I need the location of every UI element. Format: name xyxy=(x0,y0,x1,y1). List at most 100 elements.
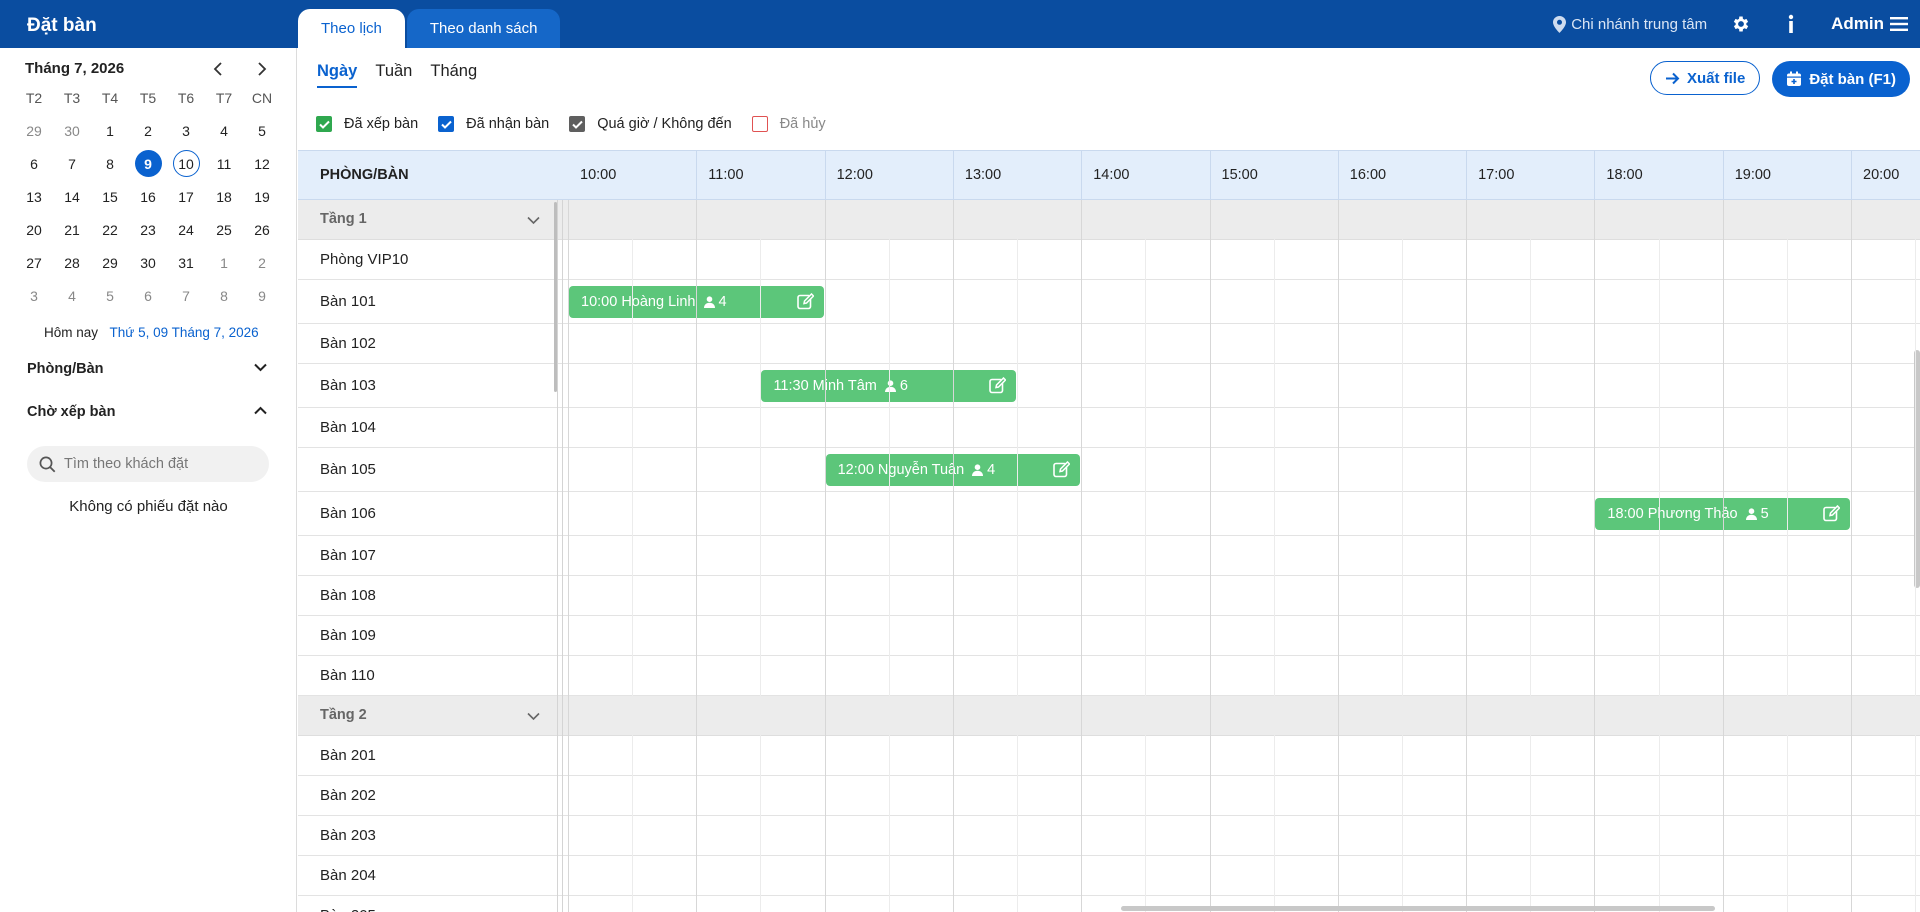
checkbox-checked-icon xyxy=(316,116,332,132)
calendar-day[interactable]: 28 xyxy=(53,246,91,279)
calendar-day[interactable]: 24 xyxy=(167,213,205,246)
edit-icon[interactable] xyxy=(1053,460,1071,482)
info-button[interactable] xyxy=(1775,8,1807,40)
legend-filter-0[interactable]: Đã xếp bàn xyxy=(316,116,418,132)
table-name: Bàn 102 xyxy=(320,335,376,352)
rooms-section-toggle[interactable]: Phòng/Bàn xyxy=(27,359,267,383)
calendar-day-number: 22 xyxy=(102,221,118,238)
calendar-day[interactable]: 26 xyxy=(243,213,281,246)
calendar-day[interactable]: 29 xyxy=(91,246,129,279)
calendar-day-number: 7 xyxy=(68,155,76,172)
waiting-section-title: Chờ xếp bàn xyxy=(27,404,116,420)
time-grid-line xyxy=(1401,200,1403,912)
branch-selector[interactable]: Chi nhánh trung tâm xyxy=(1553,15,1707,33)
table-name: Bàn 108 xyxy=(320,587,376,604)
calendar-day[interactable]: 31 xyxy=(167,246,205,279)
waiting-section-toggle[interactable]: Chờ xếp bàn xyxy=(27,402,267,426)
calendar-day[interactable]: 25 xyxy=(205,213,243,246)
calendar-day-number: 20 xyxy=(26,221,42,238)
edit-icon[interactable] xyxy=(1823,504,1841,526)
calendar-day[interactable]: 11 xyxy=(205,147,243,180)
calendar-day[interactable]: 27 xyxy=(15,246,53,279)
table-name: Bàn 107 xyxy=(320,547,376,564)
calendar-day[interactable]: 8 xyxy=(91,147,129,180)
settings-button[interactable] xyxy=(1725,8,1757,40)
user-menu[interactable]: Admin xyxy=(1831,14,1908,34)
calendar-day[interactable]: 29 xyxy=(15,114,53,147)
guest-count-value: 4 xyxy=(987,462,996,478)
edit-icon[interactable] xyxy=(796,292,815,314)
calendar-day[interactable]: 13 xyxy=(15,180,53,213)
calendar-day[interactable]: 6 xyxy=(129,279,167,312)
calendar-day-number: 3 xyxy=(30,287,38,304)
calendar-day[interactable]: 2 xyxy=(243,246,281,279)
tab-list[interactable]: Theo danh sách xyxy=(406,9,561,48)
calendar-day[interactable]: 5 xyxy=(243,114,281,147)
calendar-day-number: 11 xyxy=(216,155,232,172)
export-file-button[interactable]: Xuất file xyxy=(1649,61,1761,95)
hour-label: 19:00 xyxy=(1734,167,1771,183)
calendar-day[interactable]: 8 xyxy=(205,279,243,312)
booking-label: 10:00 Hoàng Linh xyxy=(581,294,696,310)
calendar-day[interactable]: 23 xyxy=(129,213,167,246)
person-icon xyxy=(884,380,900,392)
tab-month[interactable]: Tháng xyxy=(430,62,477,88)
calendar-day[interactable]: 15 xyxy=(91,180,129,213)
calendar-day[interactable]: 1 xyxy=(91,114,129,147)
calendar-day[interactable]: 19 xyxy=(243,180,281,213)
person-icon xyxy=(1745,508,1761,520)
calendar-day[interactable]: 1 xyxy=(205,246,243,279)
calendar-next-button[interactable] xyxy=(251,58,273,80)
calendar-day[interactable]: 6 xyxy=(15,147,53,180)
calendar-day[interactable]: 4 xyxy=(205,114,243,147)
rooms-scrollbar[interactable] xyxy=(554,202,557,392)
calendar-day-number: 21 xyxy=(64,221,80,238)
view-mode-tabs: Theo lịch Theo danh sách xyxy=(298,9,561,48)
time-grid-line xyxy=(1209,200,1211,912)
chevron-down-icon[interactable] xyxy=(527,216,540,225)
edit-icon[interactable] xyxy=(989,376,1007,398)
tab-calendar[interactable]: Theo lịch xyxy=(298,9,405,48)
customer-search-input[interactable] xyxy=(64,456,254,472)
calendar-day[interactable]: 5 xyxy=(91,279,129,312)
calendar-day[interactable]: 9 xyxy=(129,147,167,180)
calendar-day-number: 4 xyxy=(68,287,76,304)
horizontal-scrollbar[interactable] xyxy=(1121,906,1715,911)
calendar-day[interactable]: 7 xyxy=(167,279,205,312)
calendar-day[interactable]: 4 xyxy=(53,279,91,312)
calendar-day[interactable]: 30 xyxy=(129,246,167,279)
calendar-day[interactable]: 20 xyxy=(15,213,53,246)
time-grid-line xyxy=(1337,200,1339,912)
today-link[interactable]: Thứ 5, 09 Tháng 7, 2026 xyxy=(110,325,259,340)
guest-count-value: 4 xyxy=(718,294,727,310)
calendar-day[interactable]: 30 xyxy=(53,114,91,147)
time-grid-line xyxy=(952,200,954,912)
calendar-day[interactable]: 2 xyxy=(129,114,167,147)
calendar-day[interactable]: 14 xyxy=(53,180,91,213)
rooms-column-header: PHÒNG/BÀN xyxy=(320,167,409,183)
legend-filter-3[interactable]: Đã hủy xyxy=(751,116,826,132)
floor-group-row[interactable]: Tầng 2 xyxy=(298,696,1920,736)
calendar-day[interactable]: 17 xyxy=(167,180,205,213)
legend-filter-1[interactable]: Đã nhận bàn xyxy=(438,116,549,132)
floor-name: Tầng 2 xyxy=(320,707,367,723)
hour-separator xyxy=(952,151,954,201)
new-booking-button[interactable]: Đặt bàn (F1) xyxy=(1772,61,1910,97)
calendar-day[interactable]: 7 xyxy=(53,147,91,180)
calendar-day[interactable]: 9 xyxy=(243,279,281,312)
tab-week[interactable]: Tuần xyxy=(375,62,412,88)
floor-group-row[interactable]: Tầng 1 xyxy=(298,200,1920,240)
calendar-prev-button[interactable] xyxy=(207,58,229,80)
calendar-day[interactable]: 3 xyxy=(15,279,53,312)
chevron-down-icon[interactable] xyxy=(527,712,540,721)
calendar-day[interactable]: 21 xyxy=(53,213,91,246)
table-name: Bàn 109 xyxy=(320,627,376,644)
legend-filter-2[interactable]: Quá giờ / Không đến xyxy=(569,116,732,132)
calendar-day[interactable]: 16 xyxy=(129,180,167,213)
calendar-day[interactable]: 22 xyxy=(91,213,129,246)
tab-day[interactable]: Ngày xyxy=(317,62,358,88)
calendar-day[interactable]: 10 xyxy=(167,147,205,180)
calendar-day[interactable]: 12 xyxy=(243,147,281,180)
calendar-day[interactable]: 18 xyxy=(205,180,243,213)
calendar-day[interactable]: 3 xyxy=(167,114,205,147)
